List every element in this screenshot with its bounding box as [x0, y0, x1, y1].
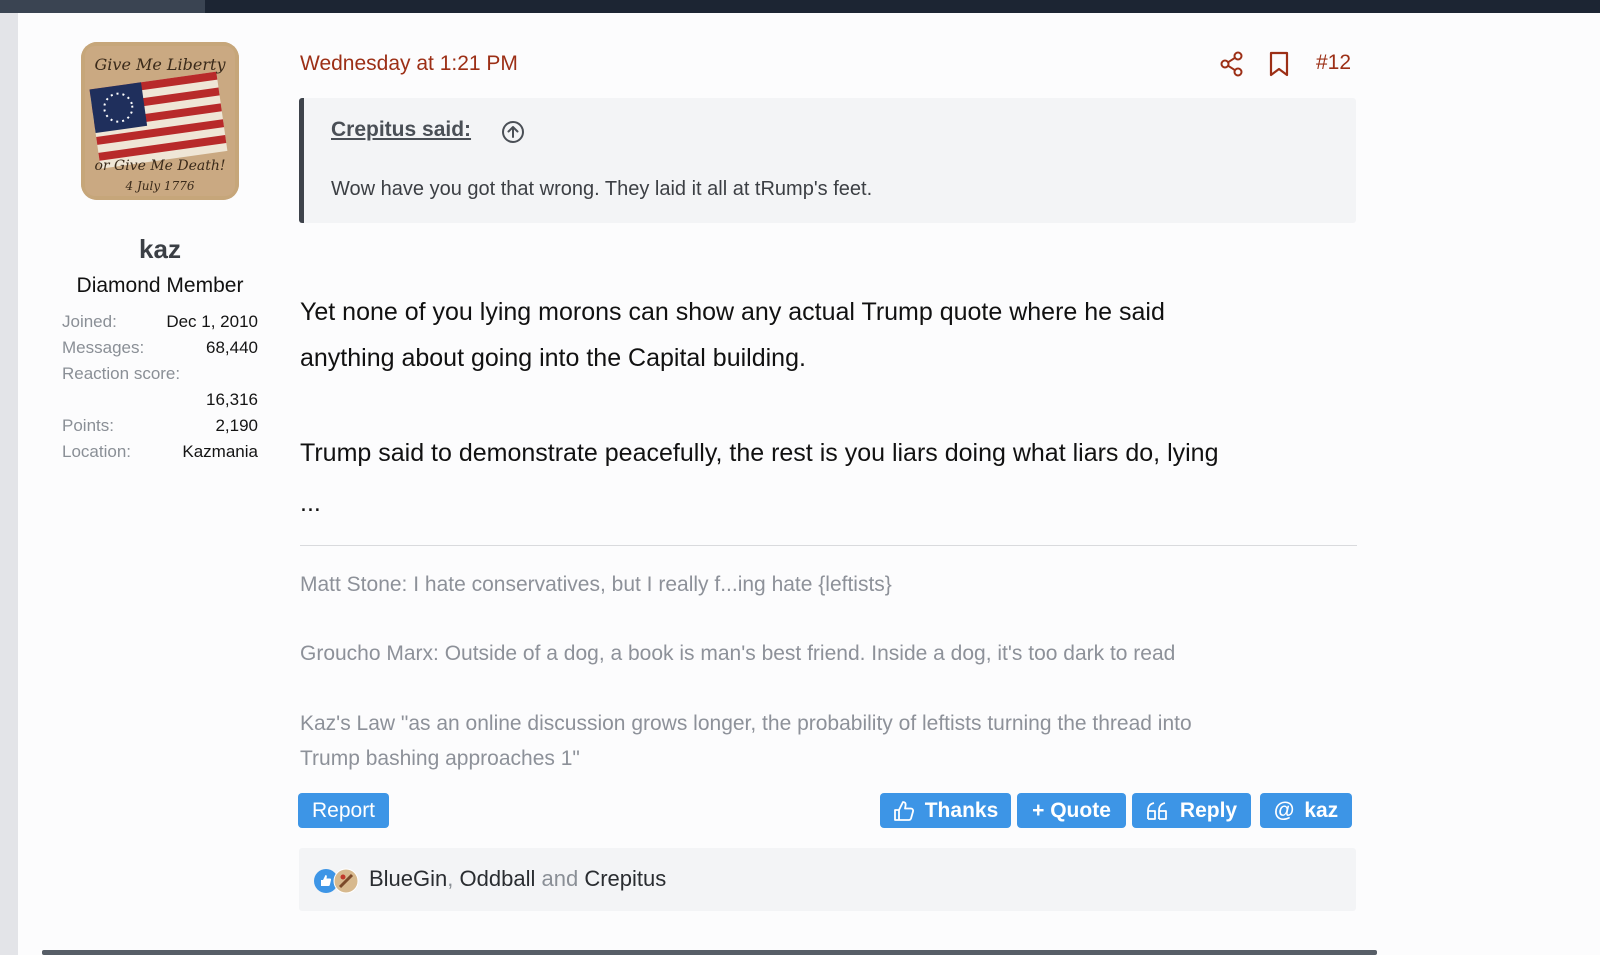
share-icon[interactable] — [1219, 50, 1245, 78]
quote-attribution-link[interactable]: Crepitus said: — [331, 118, 471, 142]
stat-label: Reaction score: — [62, 364, 181, 383]
reaction-user-link[interactable]: Oddball — [460, 866, 536, 891]
reply-label: Reply — [1179, 798, 1238, 822]
report-button[interactable]: Report — [298, 793, 389, 828]
stat-value[interactable]: Kazmania — [182, 442, 258, 462]
bottom-rule — [42, 950, 1377, 955]
signature-divider — [300, 545, 1357, 546]
mention-button[interactable]: @ kaz — [1260, 793, 1352, 828]
svg-text:4 July 1776: 4 July 1776 — [125, 179, 195, 193]
bookmark-icon[interactable] — [1266, 50, 1292, 78]
message-line: Yet none of you lying morons can show an… — [300, 298, 1165, 326]
quote-label: + Quote — [1032, 798, 1111, 822]
post-number[interactable]: #12 — [1316, 51, 1351, 75]
stat-reaction-score: Reaction score: — [62, 364, 258, 388]
username[interactable]: kaz — [40, 234, 280, 265]
stat-value[interactable]: 68,440 — [206, 338, 258, 358]
user-avatar[interactable]: Give Me Liberty or Give Me Death! 4 July… — [81, 42, 239, 200]
message-line: Trump said to demonstrate peacefully, th… — [300, 439, 1219, 467]
quote-marks-icon — [1146, 801, 1170, 821]
reaction-user-link[interactable]: BlueGin — [369, 866, 447, 891]
post-date[interactable]: Wednesday at 1:21 PM — [300, 52, 518, 76]
thumbs-up-icon — [893, 800, 915, 822]
stat-reaction-score-value: 16,316 — [62, 390, 258, 414]
signature-line: Kaz's Law "as an online discussion grows… — [300, 712, 1192, 735]
svg-text:or Give Me Death!: or Give Me Death! — [94, 158, 225, 174]
signature-line: Groucho Marx: Outside of a dog, a book i… — [300, 642, 1176, 665]
message-line: ... — [300, 489, 321, 517]
stat-label: Messages: — [62, 338, 145, 357]
left-scroll-strip — [0, 13, 18, 955]
browser-top-bar — [0, 0, 1600, 13]
stat-value: 16,316 — [206, 390, 258, 409]
mention-label: kaz — [1304, 798, 1339, 822]
signature-line: Trump bashing approaches 1" — [300, 747, 580, 770]
reaction-users: BlueGin, Oddball and Crepitus — [369, 866, 666, 892]
stat-value: Dec 1, 2010 — [166, 312, 258, 331]
thanks-button[interactable]: Thanks — [880, 793, 1011, 828]
quote-text: Wow have you got that wrong. They laid i… — [331, 178, 873, 200]
stat-messages: Messages: 68,440 — [62, 338, 258, 362]
thanks-label: Thanks — [924, 798, 999, 822]
stat-value[interactable]: 2,190 — [215, 416, 258, 436]
active-tab-segment — [0, 0, 205, 13]
reaction-icons[interactable] — [313, 868, 363, 894]
stat-joined: Joined: Dec 1, 2010 — [62, 312, 258, 336]
reaction-user-link[interactable]: Crepitus — [584, 866, 666, 891]
reactions-bar: BlueGin, Oddball and Crepitus — [299, 848, 1356, 911]
user-title: Diamond Member — [76, 274, 244, 297]
avatar-flag-image: Give Me Liberty or Give Me Death! 4 July… — [81, 42, 239, 200]
stat-location: Location: Kazmania — [62, 442, 258, 466]
quote-block: Crepitus said: Wow have you got that wro… — [299, 98, 1356, 223]
reaction-separator: , — [447, 866, 454, 891]
stat-label: Location: — [62, 442, 131, 461]
at-sign-icon: @ — [1273, 798, 1295, 822]
report-label: Report — [311, 798, 376, 822]
stat-label: Joined: — [62, 312, 117, 331]
stat-points: Points: 2,190 — [62, 416, 258, 440]
signature-line: Matt Stone: I hate conservatives, but I … — [300, 573, 892, 596]
message-line: anything about going into the Capital bu… — [300, 344, 806, 372]
reply-button[interactable]: Reply — [1132, 793, 1251, 828]
jump-to-quote-icon[interactable] — [501, 120, 525, 144]
reaction-and: and — [541, 866, 579, 891]
stat-label: Points: — [62, 416, 114, 435]
quote-button[interactable]: + Quote — [1017, 793, 1126, 828]
svg-text:Give Me Liberty: Give Me Liberty — [95, 55, 227, 74]
